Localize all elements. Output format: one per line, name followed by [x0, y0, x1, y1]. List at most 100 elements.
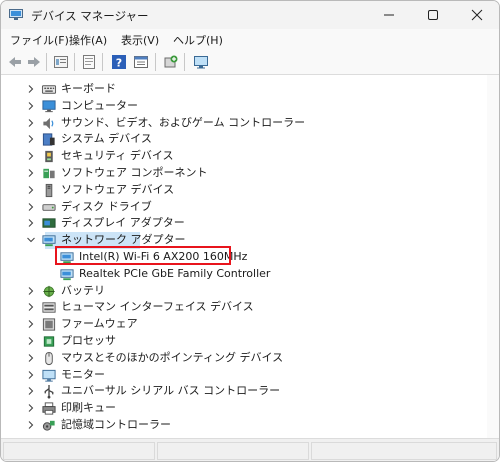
minimize-icon	[384, 14, 394, 16]
tree-item-label: キーボード	[61, 82, 116, 95]
scan-hardware-icon[interactable]	[163, 54, 179, 70]
software-component-icon	[43, 168, 55, 179]
network-card-icon	[60, 269, 74, 280]
menu-action[interactable]: 操作(A)	[69, 32, 107, 48]
chevron-right-icon[interactable]	[26, 286, 36, 296]
help-icon[interactable]: ?	[111, 54, 127, 70]
close-icon	[471, 9, 483, 21]
tree-category-row[interactable]: ヒューマン インターフェイス デバイス	[1, 299, 487, 316]
chevron-right-icon[interactable]	[26, 84, 36, 94]
toolbar: ?	[1, 50, 499, 75]
tree-category-row[interactable]: ファームウェア	[1, 316, 487, 333]
status-cell	[157, 442, 309, 460]
tree-category-row[interactable]: セキュリティ デバイス	[1, 148, 487, 165]
tree-category-row[interactable]: ディスク ドライブ	[1, 199, 487, 216]
disk-drive-icon	[42, 203, 56, 211]
chevron-right-icon[interactable]	[26, 101, 36, 111]
tree-item-label: ファームウェア	[61, 317, 138, 331]
forward-arrow-icon[interactable]	[26, 54, 42, 70]
mouse-icon	[45, 351, 53, 365]
toolbar-separator	[155, 53, 156, 71]
chevron-right-icon[interactable]	[26, 134, 36, 144]
tree-item-label: 記憶域コントローラー	[61, 418, 171, 431]
vertical-scrollbar[interactable]	[487, 75, 499, 438]
chevron-right-icon[interactable]	[26, 185, 36, 195]
close-button[interactable]	[455, 1, 499, 29]
toolbar-separator	[46, 53, 47, 71]
tree-category-row[interactable]: 記憶域コントローラー	[1, 417, 487, 434]
processor-icon	[43, 336, 55, 347]
tree-category-row[interactable]: キーボード	[1, 81, 487, 98]
chevron-right-icon[interactable]	[26, 168, 36, 178]
tree-item-label: 印刷キュー	[61, 401, 116, 415]
toolbar-separator	[102, 53, 103, 71]
usb-icon	[44, 385, 54, 399]
computer-icon	[42, 100, 56, 112]
menu-help[interactable]: ヘルプ(H)	[173, 32, 223, 48]
tree-category-row[interactable]: ソフトウェア デバイス	[1, 182, 487, 199]
tree-category-row[interactable]: バッテリ	[1, 283, 487, 300]
maximize-button[interactable]	[411, 1, 455, 29]
chevron-right-icon[interactable]	[26, 353, 36, 363]
menu-bar: ファイル(F) 操作(A) 表示(V) ヘルプ(H)	[1, 29, 499, 50]
tree-category-row[interactable]: ソフトウェア コンポーネント	[1, 165, 487, 182]
tree-device-row[interactable]: Realtek PCIe GbE Family Controller	[1, 266, 487, 283]
tree-item-label: ソフトウェア デバイス	[61, 182, 175, 196]
highlight-box	[55, 246, 231, 265]
chevron-right-icon[interactable]	[26, 386, 36, 396]
toolbar-separator	[74, 53, 75, 71]
monitor-icon	[42, 369, 56, 382]
status-cell	[3, 442, 155, 460]
tree-item-label: ヒューマン インターフェイス デバイス	[61, 300, 254, 314]
chevron-right-icon[interactable]	[26, 319, 36, 329]
status-bar	[1, 438, 499, 461]
battery-icon	[43, 285, 55, 297]
tree-item-label: サウンド、ビデオ、およびゲーム コントローラー	[61, 115, 306, 129]
chevron-right-icon[interactable]	[26, 420, 36, 430]
menu-file[interactable]: ファイル(F)	[10, 32, 69, 48]
tree-category-row[interactable]: モニター	[1, 367, 487, 384]
tree-category-row[interactable]: ディスプレイ アダプター	[1, 215, 487, 232]
keyboard-icon	[41, 85, 57, 94]
tree-item-label: マウスとそのほかのポインティング デバイス	[61, 350, 284, 364]
tree-category-row[interactable]: マウスとそのほかのポインティング デバイス	[1, 350, 487, 367]
device-manager-window: デバイス マネージャー ファイル(F) 操作(A) 表示(V) ヘルプ(H) ?…	[0, 0, 500, 462]
chevron-right-icon[interactable]	[26, 118, 36, 128]
tree-item-label: コンピューター	[61, 98, 138, 112]
tree-category-row[interactable]: ユニバーサル シリアル バス コントローラー	[1, 383, 487, 400]
back-arrow-icon[interactable]	[7, 54, 23, 70]
chevron-right-icon[interactable]	[26, 403, 36, 413]
menu-view[interactable]: 表示(V)	[121, 32, 159, 48]
chevron-right-icon[interactable]	[26, 151, 36, 161]
chevron-right-icon[interactable]	[26, 202, 36, 212]
monitor-icon[interactable]	[193, 54, 209, 70]
view-icon[interactable]	[133, 54, 149, 70]
chevron-down-icon[interactable]	[26, 235, 36, 245]
system-device-icon	[42, 133, 55, 146]
device-manager-app-icon	[9, 9, 23, 20]
speaker-icon	[43, 117, 54, 129]
chevron-right-icon[interactable]	[26, 218, 36, 228]
properties-icon[interactable]	[53, 54, 69, 70]
security-device-icon	[45, 151, 53, 163]
tree-category-row[interactable]: コンピューター	[1, 98, 487, 115]
hid-icon	[42, 302, 56, 314]
tree-item-label: プロセッサ	[61, 334, 116, 347]
tree-category-row[interactable]: システム デバイス	[1, 131, 487, 148]
tree-category-row[interactable]: 印刷キュー	[1, 400, 487, 417]
firmware-icon	[42, 318, 56, 331]
tree-category-row[interactable]: サウンド、ビデオ、およびゲーム コントローラー	[1, 115, 487, 132]
tree-item-label: ユニバーサル シリアル バス コントローラー	[61, 384, 281, 398]
chevron-right-icon[interactable]	[26, 302, 36, 312]
title-bar: デバイス マネージャー	[1, 1, 499, 29]
status-cell	[311, 442, 497, 460]
minimize-button[interactable]	[367, 1, 411, 29]
chevron-right-icon[interactable]	[26, 336, 36, 346]
tree-item-label: ソフトウェア コンポーネント	[61, 166, 208, 179]
document-icon[interactable]	[81, 54, 97, 70]
tree-item-label: システム デバイス	[61, 132, 152, 146]
chevron-right-icon[interactable]	[26, 370, 36, 380]
tree-item-label: ディスク ドライブ	[61, 199, 152, 213]
software-device-icon	[45, 183, 53, 197]
tree-category-row[interactable]: プロセッサ	[1, 333, 487, 350]
